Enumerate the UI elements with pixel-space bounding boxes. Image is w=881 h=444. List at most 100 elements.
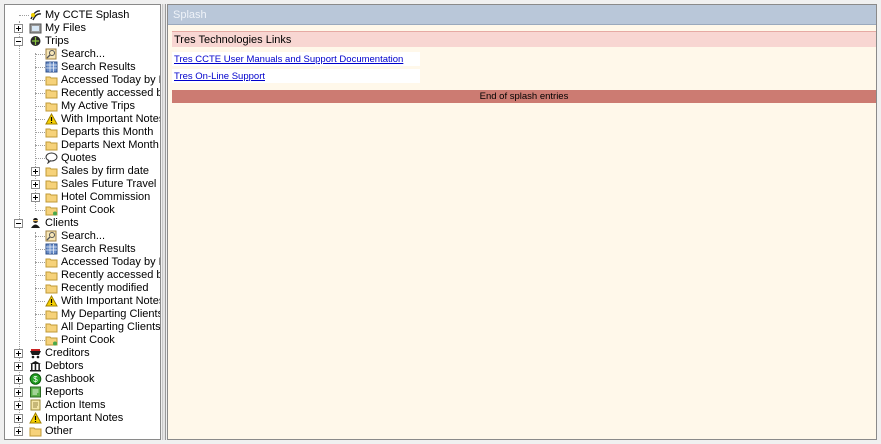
folder-icon xyxy=(45,258,58,268)
tree-item-label: Recently accessed by me xyxy=(61,87,160,99)
folder-icon xyxy=(45,102,58,112)
tree-item-clients[interactable]: Clients xyxy=(5,217,160,230)
tree-connector-line xyxy=(35,67,45,68)
tree-connector-line xyxy=(35,132,45,133)
folder-icon xyxy=(45,180,58,190)
warning-icon xyxy=(29,412,42,424)
tree-connector-line xyxy=(35,80,45,81)
expand-icon[interactable] xyxy=(31,193,40,202)
collapse-icon[interactable] xyxy=(14,219,23,228)
tree-item-departs-this-month[interactable]: Departs this Month xyxy=(5,126,160,139)
tree-item-reports[interactable]: Reports xyxy=(5,386,160,399)
tree-item-label: Accessed Today by Me xyxy=(61,256,160,268)
tree-item-label: Action Items xyxy=(45,399,106,411)
tree-item-departs-next-month[interactable]: Departs Next Month xyxy=(5,139,160,152)
tree-item-label: Departs this Month xyxy=(61,126,154,138)
tree-item-action-items[interactable]: Action Items xyxy=(5,399,160,412)
tree-item-label: Accessed Today by Me xyxy=(61,74,160,86)
expand-icon[interactable] xyxy=(14,375,23,384)
tree-item-label: Trips xyxy=(45,35,70,47)
expand-icon[interactable] xyxy=(14,24,23,33)
folder-icon xyxy=(45,193,58,203)
tree-item-clients-recently-modified[interactable]: Recently modified xyxy=(5,282,160,295)
tree-item-my-active-trips[interactable]: My Active Trips xyxy=(5,100,160,113)
tree-item-clients-search[interactable]: Search... xyxy=(5,230,160,243)
tree-item-label: Departs Next Month xyxy=(61,139,159,151)
tree-item-trips-important-notes[interactable]: With Important Notes xyxy=(5,113,160,126)
search-icon xyxy=(45,230,57,242)
creditors-icon xyxy=(30,349,41,359)
svg-text:$: $ xyxy=(33,375,38,384)
tree-item-label: Quotes xyxy=(61,152,97,164)
expand-icon[interactable] xyxy=(14,349,23,358)
action-items-icon xyxy=(30,399,41,411)
tree-item-important-notes[interactable]: Important Notes xyxy=(5,412,160,425)
tree-item-label: My Files xyxy=(45,22,86,34)
tree-item-all-departing-clients[interactable]: All Departing Clients xyxy=(5,321,160,334)
tree-item-label: My Departing Clients xyxy=(61,308,161,320)
tree-item-label: With Important Notes xyxy=(61,295,161,307)
expand-icon[interactable] xyxy=(14,427,23,436)
tree-item-my-ccte-splash[interactable]: My CCTE Splash xyxy=(5,9,160,22)
user-manuals-link[interactable]: Tres CCTE User Manuals and Support Docum… xyxy=(174,54,403,65)
tree-item-my-files[interactable]: My Files xyxy=(5,22,160,35)
tree-item-cashbook[interactable]: $ Cashbook xyxy=(5,373,160,386)
tree-item-label: Reports xyxy=(45,386,84,398)
pane-title: Splash xyxy=(168,5,876,25)
tree-connector-line xyxy=(35,54,45,55)
tree-item-sales-future-travel[interactable]: Sales Future Travel xyxy=(5,178,160,191)
tree-item-clients-recently-accessed[interactable]: Recently accessed by me xyxy=(5,269,160,282)
expand-icon[interactable] xyxy=(14,414,23,423)
tree-connector-line xyxy=(35,93,45,94)
expand-icon[interactable] xyxy=(31,180,40,189)
tree-item-label: Recently accessed by me xyxy=(61,269,160,281)
tree-item-other[interactable]: Other xyxy=(5,425,160,438)
expand-icon[interactable] xyxy=(31,167,40,176)
tree-item-trips-search-results[interactable]: Search Results xyxy=(5,61,160,74)
tree-item-trips-accessed-today[interactable]: Accessed Today by Me xyxy=(5,74,160,87)
debtors-icon xyxy=(30,361,41,372)
search-icon xyxy=(45,48,57,60)
folder-icon xyxy=(45,167,58,177)
tree-item-debtors[interactable]: Debtors xyxy=(5,360,160,373)
online-support-link[interactable]: Tres On-Line Support xyxy=(174,71,265,82)
tree-item-label: Clients xyxy=(45,217,79,229)
expand-icon[interactable] xyxy=(14,388,23,397)
tree-item-clients-important-notes[interactable]: With Important Notes xyxy=(5,295,160,308)
expand-icon[interactable] xyxy=(14,362,23,371)
tree-connector-line xyxy=(35,145,45,146)
tree-connector-line xyxy=(35,288,45,289)
tree-item-trips-recently-accessed[interactable]: Recently accessed by me xyxy=(5,87,160,100)
tree-item-trips[interactable]: Trips xyxy=(5,35,160,48)
warning-icon xyxy=(45,113,58,125)
tree-item-trips-point-cook[interactable]: Point Cook xyxy=(5,204,160,217)
tree-item-clients-point-cook[interactable]: Point Cook xyxy=(5,334,160,347)
tree-item-clients-search-results[interactable]: Search Results xyxy=(5,243,160,256)
navigation-tree[interactable]: My CCTE Splash My Files Trips Search... … xyxy=(4,4,161,440)
tree-connector-line xyxy=(35,340,45,341)
tree-item-label: Creditors xyxy=(45,347,90,359)
tree-item-clients-accessed-today[interactable]: Accessed Today by Me xyxy=(5,256,160,269)
tree-item-my-departing-clients[interactable]: My Departing Clients xyxy=(5,308,160,321)
splash-pane: Splash Tres Technologies Links Tres CCTE… xyxy=(167,4,877,440)
tree-item-label: Point Cook xyxy=(61,334,115,346)
clients-icon xyxy=(31,218,40,228)
tree-connector-line xyxy=(35,249,45,250)
end-of-entries-bar: End of splash entries xyxy=(172,90,876,103)
tree-item-sales-by-firm-date[interactable]: Sales by firm date xyxy=(5,165,160,178)
tree-connector-line xyxy=(35,210,45,211)
folder-icon xyxy=(45,284,58,294)
shared-folder-icon xyxy=(45,336,58,346)
pane-splitter[interactable] xyxy=(162,4,166,440)
tree-item-label: Search Results xyxy=(61,243,136,255)
section-header: Tres Technologies Links xyxy=(172,31,876,47)
expand-icon[interactable] xyxy=(14,401,23,410)
tree-item-trips-search[interactable]: Search... xyxy=(5,48,160,61)
tree-item-quotes[interactable]: Quotes xyxy=(5,152,160,165)
warning-icon xyxy=(45,295,58,307)
collapse-icon[interactable] xyxy=(14,37,23,46)
tree-item-creditors[interactable]: Creditors xyxy=(5,347,160,360)
tree-item-label: Important Notes xyxy=(45,412,124,424)
tree-item-label: My CCTE Splash xyxy=(45,9,130,21)
tree-item-hotel-commission[interactable]: Hotel Commission xyxy=(5,191,160,204)
